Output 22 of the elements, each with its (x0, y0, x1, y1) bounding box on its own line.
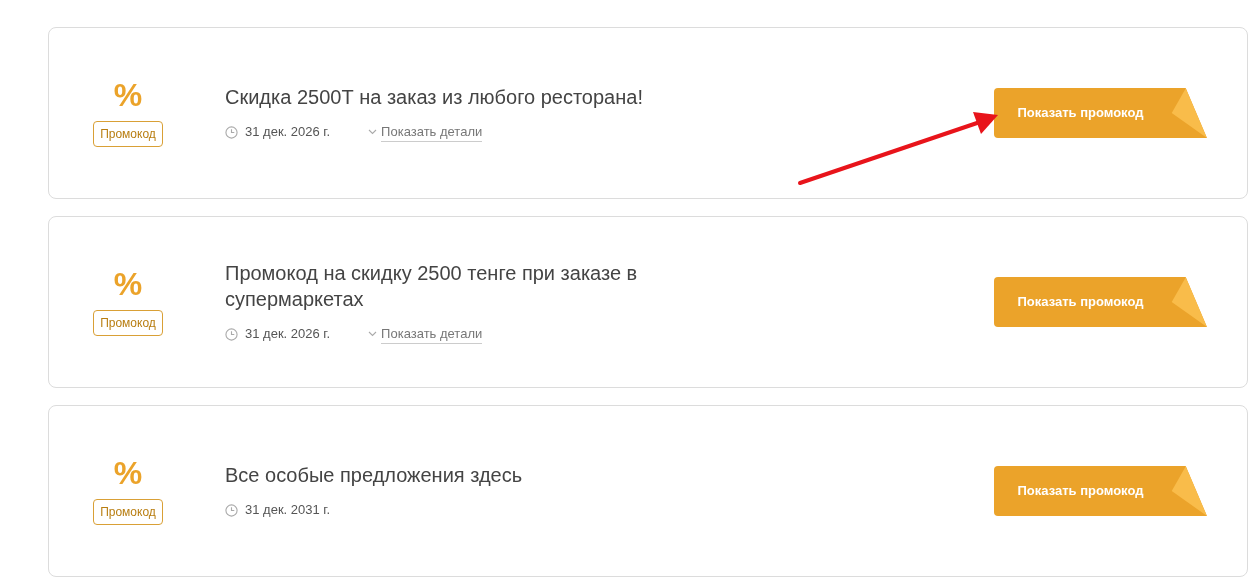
coupon-title: Промокод на скидку 2500 тенге при заказе в супермаркетах (225, 260, 639, 312)
percent-sign: % (113, 457, 143, 489)
expiry-date: 31 дек. 2026 г. (245, 123, 331, 142)
show-details-link[interactable]: Показать детали (381, 121, 483, 143)
promo-code-tag: Промокод (93, 310, 163, 336)
coupon-title: Все особые предложения здесь (225, 463, 524, 489)
percent-sign: % (113, 79, 143, 111)
clock-icon (225, 125, 238, 139)
show-details-link[interactable]: Показать детали (381, 323, 483, 345)
percent-sign: % (113, 268, 143, 300)
coupon-title: Скидка 2500Т на заказ из любого ресторана! (225, 84, 644, 110)
show-promo-code-button[interactable]: Показать промокод (994, 466, 1207, 516)
clock-icon (225, 327, 238, 341)
expiry-date: 31 дек. 2031 г. (245, 501, 331, 520)
expiry-date: 31 дек. 2026 г. (245, 325, 331, 344)
chevron-down-icon (368, 129, 378, 135)
clock-icon (225, 503, 238, 517)
show-promo-code-button[interactable]: Показать промокод (994, 277, 1207, 327)
promo-code-tag: Промокод (93, 121, 163, 147)
show-promo-code-button[interactable]: Показать промокод (994, 88, 1207, 138)
promo-code-tag: Промокод (93, 499, 163, 525)
chevron-down-icon (368, 331, 378, 337)
